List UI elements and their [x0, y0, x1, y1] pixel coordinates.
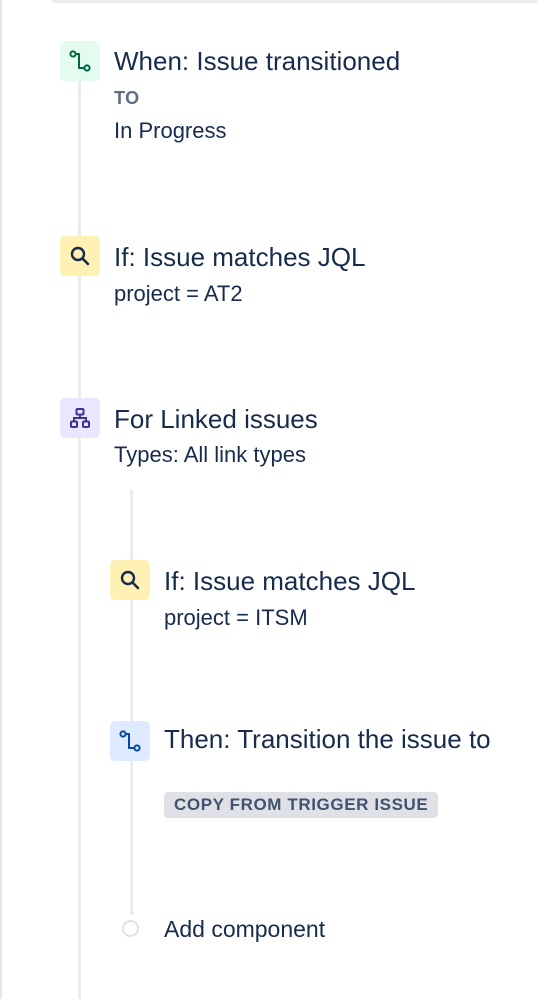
trigger-to-label: TO — [114, 88, 140, 108]
nested-condition-query: project = ITSM — [164, 605, 308, 630]
search-icon — [60, 236, 100, 276]
trigger-title: When: Issue transitioned — [114, 46, 401, 76]
nested-action-title: Then: Transition the issue to — [164, 724, 491, 754]
branch-types: Types: All link types — [114, 442, 306, 467]
trigger-step[interactable]: When: Issue transitioned TO In Progress — [0, 0, 549, 160]
trigger-to-value: In Progress — [114, 118, 227, 143]
add-component-button[interactable]: Add component — [164, 914, 325, 944]
copy-from-trigger-lozenge: COPY FROM TRIGGER ISSUE — [164, 792, 439, 818]
rule-flow-rail — [78, 70, 81, 999]
branch-hierarchy-icon — [60, 398, 100, 438]
nested-condition-step[interactable]: If: Issue matches JQL project = ITSM — [0, 545, 549, 645]
branch-title: For Linked issues — [114, 404, 318, 434]
search-icon — [110, 560, 150, 600]
automation-rule-canvas: When: Issue transitioned TO In Progress … — [0, 0, 549, 999]
add-component-node — [122, 920, 139, 937]
transition-icon — [60, 41, 100, 81]
nested-condition-title: If: Issue matches JQL — [164, 566, 416, 596]
nested-action-step[interactable]: Then: Transition the issue to COPY FROM … — [0, 700, 549, 830]
condition-title: If: Issue matches JQL — [114, 242, 366, 272]
branch-step[interactable]: For Linked issues Types: All link types — [0, 380, 549, 480]
transition-icon — [110, 721, 150, 761]
condition-query: project = AT2 — [114, 281, 243, 306]
condition-step[interactable]: If: Issue matches JQL project = AT2 — [0, 220, 549, 320]
